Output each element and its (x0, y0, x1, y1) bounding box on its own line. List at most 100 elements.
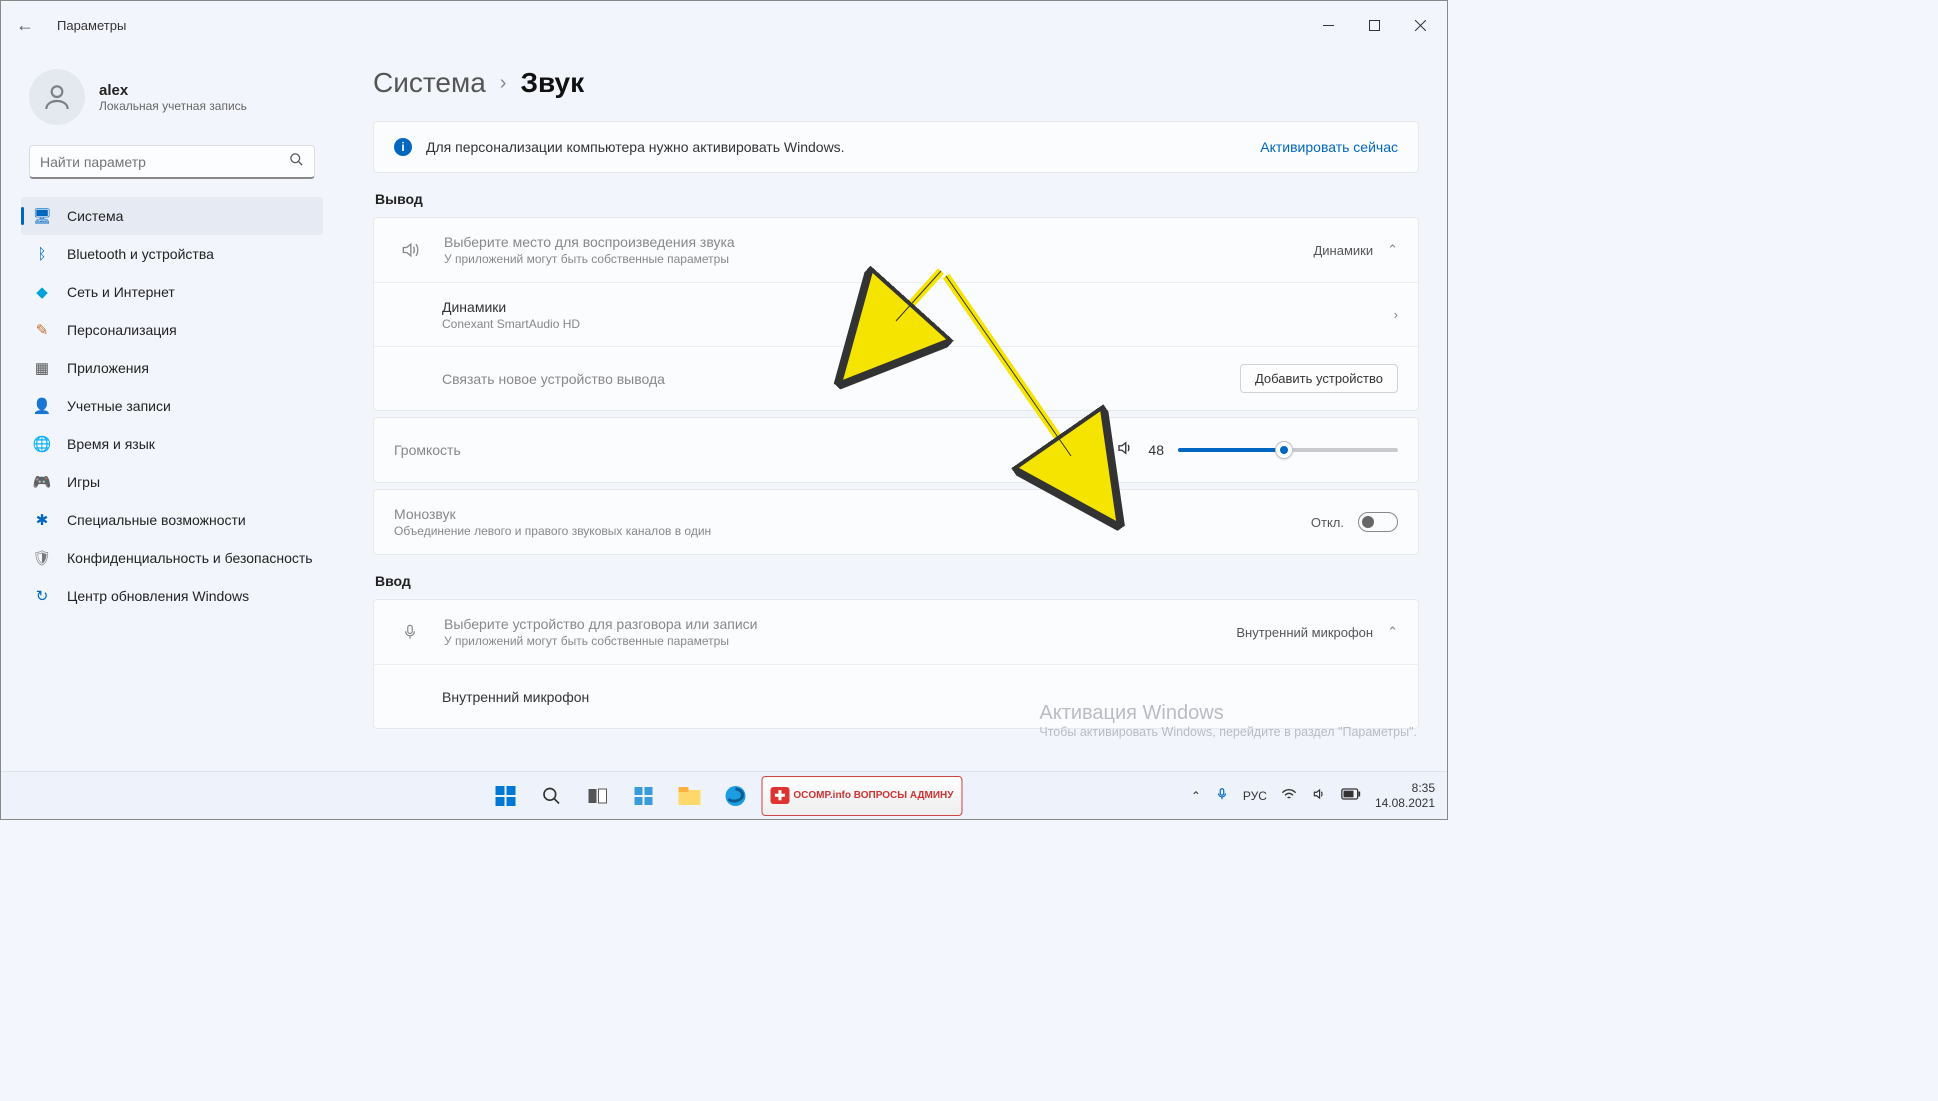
window-title: Параметры (57, 18, 126, 33)
search-icon (289, 152, 304, 172)
widgets-icon[interactable] (624, 776, 664, 816)
nav-label: Приложения (67, 360, 149, 376)
volume-value: 48 (1148, 442, 1164, 458)
start-button[interactable] (486, 776, 526, 816)
main-content: Система › Звук i Для персонализации комп… (331, 49, 1447, 771)
tray-mic-icon[interactable] (1215, 787, 1229, 804)
pair-device-text: Связать новое устройство вывода (442, 371, 1240, 387)
sidebar-item-8[interactable]: ✱Специальные возможности (21, 501, 323, 539)
explorer-icon[interactable] (670, 776, 710, 816)
input-choose-row[interactable]: Выберите устройство для разговора или за… (374, 600, 1418, 664)
volume-icon[interactable] (1116, 439, 1134, 462)
close-button[interactable] (1397, 9, 1443, 41)
nav-label: Игры (67, 474, 100, 490)
add-device-button[interactable]: Добавить устройство (1240, 364, 1398, 393)
chevron-up-icon[interactable]: ⌃ (1387, 242, 1398, 258)
minimize-button[interactable] (1305, 9, 1351, 41)
maximize-button[interactable] (1351, 9, 1397, 41)
nav-icon: 🌐 (33, 435, 51, 453)
sidebar-item-6[interactable]: 🌐 Время и язык (21, 425, 323, 463)
sidebar-item-5[interactable]: 👤 Учетные записи (21, 387, 323, 425)
input-choose-title: Выберите устройство для разговора или за… (444, 616, 1236, 632)
output-device-name: Динамики (442, 299, 1394, 315)
nav-label: Учетные записи (67, 398, 171, 414)
nav-label: Время и язык (67, 436, 155, 452)
input-current-device: Внутренний микрофон (1236, 625, 1373, 640)
volume-label: Громкость (394, 442, 1116, 458)
tray-battery-icon[interactable] (1341, 788, 1361, 803)
output-device-row[interactable]: Динамики Conexant SmartAudio HD › (374, 282, 1418, 346)
edge-icon[interactable] (716, 776, 756, 816)
nav-icon: ᛒ (33, 246, 51, 263)
output-current-device: Динамики (1313, 243, 1373, 258)
tray-language[interactable]: РУС (1243, 789, 1267, 803)
mono-row: Монозвук Объединение левого и правого зв… (374, 490, 1418, 554)
nav-label: Центр обновления Windows (67, 588, 249, 604)
sidebar-item-7[interactable]: 🎮 Игры (21, 463, 323, 501)
mono-card: Монозвук Объединение левого и правого зв… (373, 489, 1419, 555)
nav-icon: 👤 (33, 397, 51, 415)
input-device-name: Внутренний микрофон (442, 689, 1398, 705)
nav-label: Bluetooth и устройства (67, 246, 214, 262)
nav-icon: 🎮 (33, 473, 51, 491)
tray-wifi-icon[interactable] (1281, 787, 1297, 804)
back-button[interactable]: ← (5, 15, 45, 36)
titlebar: ← Параметры (1, 1, 1447, 49)
output-choose-sub: У приложений могут быть собственные пара… (444, 252, 1313, 266)
activate-link[interactable]: Активировать сейчас (1260, 139, 1398, 155)
arrow-left-icon: ← (16, 15, 34, 36)
nav-label: Конфиденциальность и безопасность (67, 550, 313, 566)
nav-icon: 🖥 (33, 207, 51, 225)
sidebar-item-0[interactable]: 🖥 Система (21, 197, 323, 235)
user-block[interactable]: alex Локальная учетная запись (21, 57, 323, 145)
output-choose-title: Выберите место для воспроизведения звука (444, 234, 1313, 250)
nav-icon: 🛡 (33, 549, 51, 567)
output-device-driver: Conexant SmartAudio HD (442, 317, 1394, 331)
overlay-logo: ✚OCOMP.info ВОПРОСЫ АДМИНУ (762, 776, 963, 816)
breadcrumb: Система › Звук (373, 67, 1419, 99)
output-section-header: Вывод (375, 191, 1419, 207)
output-card: Выберите место для воспроизведения звука… (373, 217, 1419, 411)
sidebar-item-4[interactable]: ▦ Приложения (21, 349, 323, 387)
breadcrumb-parent[interactable]: Система (373, 67, 486, 99)
activation-message: Для персонализации компьютера нужно акти… (426, 139, 845, 155)
sidebar-item-3[interactable]: ✎ Персонализация (21, 311, 323, 349)
avatar (29, 69, 85, 125)
user-subtitle: Локальная учетная запись (99, 99, 247, 113)
output-choose-row[interactable]: Выберите место для воспроизведения звука… (374, 218, 1418, 282)
volume-slider[interactable] (1178, 448, 1398, 452)
info-icon: i (394, 138, 412, 156)
nav-icon: ▦ (33, 359, 51, 377)
sidebar-item-1[interactable]: ᛒ Bluetooth и устройства (21, 235, 323, 273)
speaker-icon (394, 240, 426, 260)
search-input[interactable] (40, 154, 289, 170)
microphone-icon (394, 623, 426, 641)
search-box[interactable] (29, 145, 315, 179)
volume-card: Громкость 48 (373, 417, 1419, 483)
nav-icon: ◆ (33, 283, 51, 301)
breadcrumb-current: Звук (520, 67, 584, 99)
nav-icon: ✱ (33, 511, 51, 529)
sidebar: alex Локальная учетная запись 🖥 Система ᛒB… (1, 49, 331, 771)
taskbar: ✚OCOMP.info ВОПРОСЫ АДМИНУ ⌃ РУС 8:35 14… (1, 771, 1447, 819)
chevron-right-icon: › (500, 72, 507, 95)
tray-volume-icon[interactable] (1311, 787, 1327, 804)
mono-toggle[interactable] (1358, 512, 1398, 532)
nav-icon: ✎ (33, 321, 51, 339)
pair-device-row: Связать новое устройство вывода Добавить… (374, 346, 1418, 410)
tray-chevron-icon[interactable]: ⌃ (1191, 789, 1201, 803)
volume-row: Громкость 48 (374, 418, 1418, 482)
tray-clock[interactable]: 8:35 14.08.2021 (1375, 781, 1435, 810)
taskbar-search-icon[interactable] (532, 776, 572, 816)
mono-state: Откл. (1311, 515, 1344, 530)
chevron-up-icon[interactable]: ⌃ (1387, 624, 1398, 640)
sidebar-item-2[interactable]: ◆Сеть и Интернет (21, 273, 323, 311)
sidebar-item-10[interactable]: ↻Центр обновления Windows (21, 577, 323, 615)
sidebar-item-9[interactable]: 🛡 Конфиденциальность и безопасность (21, 539, 323, 577)
nav-label: Персонализация (67, 322, 177, 338)
activation-banner: i Для персонализации компьютера нужно ак… (373, 121, 1419, 173)
chevron-right-icon: › (1394, 307, 1398, 322)
task-view-icon[interactable] (578, 776, 618, 816)
input-device-row[interactable]: Внутренний микрофон (374, 664, 1418, 728)
nav-label: Система (67, 208, 123, 224)
